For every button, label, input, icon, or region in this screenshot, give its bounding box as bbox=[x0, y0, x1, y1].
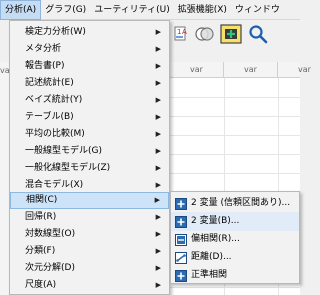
menu-item-label: 検定力分析(W) bbox=[25, 27, 86, 37]
add-variable-icon[interactable] bbox=[220, 24, 242, 44]
menu-item-compare-means[interactable]: 平均の比較(M) ▶ bbox=[10, 126, 169, 143]
submenu-item-label: 偏相関(R)... bbox=[191, 234, 240, 244]
menu-item-meta-analysis[interactable]: メタ分析 ▶ bbox=[10, 41, 169, 58]
submenu-arrow-icon: ▶ bbox=[155, 62, 161, 70]
partial-correlation-icon bbox=[175, 233, 187, 246]
column-header[interactable]: var bbox=[170, 62, 224, 78]
menu-item-scale[interactable]: 尺度(A) ▶ bbox=[10, 277, 169, 294]
submenu-arrow-icon: ▶ bbox=[155, 45, 161, 53]
menu-item-label: 回帰(R) bbox=[25, 212, 57, 222]
submenu-arrow-icon: ▶ bbox=[155, 130, 161, 138]
menu-item-correlate[interactable]: 相関(C) ▶ bbox=[10, 192, 169, 209]
submenu-item-label: 2 変量(B)... bbox=[191, 216, 240, 226]
menu-item-label: 次元分解(D) bbox=[25, 263, 75, 273]
canonical-correlation-icon bbox=[175, 269, 187, 282]
submenu-item-bivariate[interactable]: 2 変量(B)... bbox=[171, 212, 299, 231]
submenu-arrow-icon: ▶ bbox=[154, 196, 160, 204]
submenu-arrow-icon: ▶ bbox=[155, 28, 161, 36]
menu-item-label: ベイズ統計(Y) bbox=[25, 95, 83, 105]
value-labels-icon[interactable]: 1 A bbox=[174, 24, 194, 44]
column-header[interactable]: var bbox=[278, 62, 320, 78]
column-header[interactable]: var bbox=[224, 62, 278, 78]
submenu-item-label: 2 変量 (信頼区間あり)... bbox=[191, 198, 291, 208]
distance-icon bbox=[175, 251, 187, 264]
menu-window[interactable]: ウィンドウ bbox=[231, 0, 284, 20]
submenu-arrow-icon: ▶ bbox=[155, 79, 161, 87]
submenu-arrow-icon: ▶ bbox=[155, 281, 161, 289]
menu-extensions[interactable]: 拡張機能(X) bbox=[174, 0, 231, 20]
bivariate-icon bbox=[175, 215, 187, 228]
submenu-arrow-icon: ▶ bbox=[155, 264, 161, 272]
submenu-item-distances[interactable]: 距離(D)... bbox=[171, 248, 299, 267]
submenu-item-canonical[interactable]: 正準相関 bbox=[171, 266, 299, 285]
menu-analyze[interactable]: 分析(A) bbox=[0, 0, 42, 20]
submenu-arrow-icon: ▶ bbox=[155, 230, 161, 238]
submenu-arrow-icon: ▶ bbox=[155, 213, 161, 221]
use-variable-sets-icon[interactable] bbox=[194, 24, 214, 44]
menu-graphs[interactable]: グラフ(G) bbox=[41, 0, 90, 20]
menu-item-dimension-reduction[interactable]: 次元分解(D) ▶ bbox=[10, 260, 169, 277]
menu-item-label: 一般線型モデル(G) bbox=[25, 146, 102, 156]
menu-item-label: 一般化線型モデル(Z) bbox=[25, 163, 111, 173]
menu-item-label: メタ分析 bbox=[25, 44, 62, 54]
menu-item-generalized-linear-models[interactable]: 一般化線型モデル(Z) ▶ bbox=[10, 160, 169, 177]
correlate-submenu: 2 変量 (信頼区間あり)... 2 変量(B)... 偏相関(R)... 距離… bbox=[170, 191, 300, 284]
menu-item-bayesian-statistics[interactable]: ベイズ統計(Y) ▶ bbox=[10, 92, 169, 109]
menu-item-label: 尺度(A) bbox=[25, 280, 57, 290]
menu-item-label: 記述統計(E) bbox=[25, 78, 74, 88]
submenu-arrow-icon: ▶ bbox=[155, 247, 161, 255]
menu-item-label: 分類(F) bbox=[25, 246, 56, 256]
svg-text:A: A bbox=[182, 28, 187, 36]
bivariate-ci-icon bbox=[175, 197, 187, 210]
menu-item-descriptive-statistics[interactable]: 記述統計(E) ▶ bbox=[10, 75, 169, 92]
svg-text:1: 1 bbox=[177, 28, 181, 36]
submenu-arrow-icon: ▶ bbox=[155, 147, 161, 155]
menu-utilities[interactable]: ユーティリティ(U) bbox=[90, 0, 174, 20]
menu-item-tables[interactable]: テーブル(B) ▶ bbox=[10, 109, 169, 126]
menu-item-label: 対数線型(O) bbox=[25, 229, 76, 239]
menu-item-label: テーブル(B) bbox=[25, 112, 74, 122]
analyze-menu: 検定力分析(W) ▶ メタ分析 ▶ 報告書(P) ▶ 記述統計(E) ▶ ベイズ統計(Y… bbox=[9, 20, 170, 295]
menu-item-regression[interactable]: 回帰(R) ▶ bbox=[10, 209, 169, 226]
menu-item-label: 平均の比較(M) bbox=[25, 129, 85, 139]
menu-item-label: 相関(C) bbox=[26, 195, 58, 205]
menu-item-label: 報告書(P) bbox=[25, 61, 65, 71]
menu-item-classify[interactable]: 分類(F) ▶ bbox=[10, 243, 169, 260]
menu-item-loglinear[interactable]: 対数線型(O) ▶ bbox=[10, 226, 169, 243]
menu-item-general-linear-model[interactable]: 一般線型モデル(G) ▶ bbox=[10, 143, 169, 160]
submenu-item-label: 正準相関 bbox=[191, 270, 228, 280]
menu-bar: 分析(A) グラフ(G) ユーティリティ(U) 拡張機能(X) ウィンドウ bbox=[0, 0, 300, 20]
submenu-arrow-icon: ▶ bbox=[155, 113, 161, 121]
submenu-item-bivariate-ci[interactable]: 2 変量 (信頼区間あり)... bbox=[171, 194, 299, 213]
submenu-item-label: 距離(D)... bbox=[191, 252, 232, 262]
submenu-arrow-icon: ▶ bbox=[155, 96, 161, 104]
submenu-item-partial[interactable]: 偏相関(R)... bbox=[171, 230, 299, 249]
menu-item-reports[interactable]: 報告書(P) ▶ bbox=[10, 58, 169, 75]
menu-item-power-analysis[interactable]: 検定力分析(W) ▶ bbox=[10, 24, 169, 41]
search-icon[interactable] bbox=[248, 24, 268, 44]
toolbar: 1 A bbox=[168, 22, 300, 46]
submenu-arrow-icon: ▶ bbox=[155, 164, 161, 172]
menu-item-label: 混合モデル(X) bbox=[25, 180, 84, 190]
